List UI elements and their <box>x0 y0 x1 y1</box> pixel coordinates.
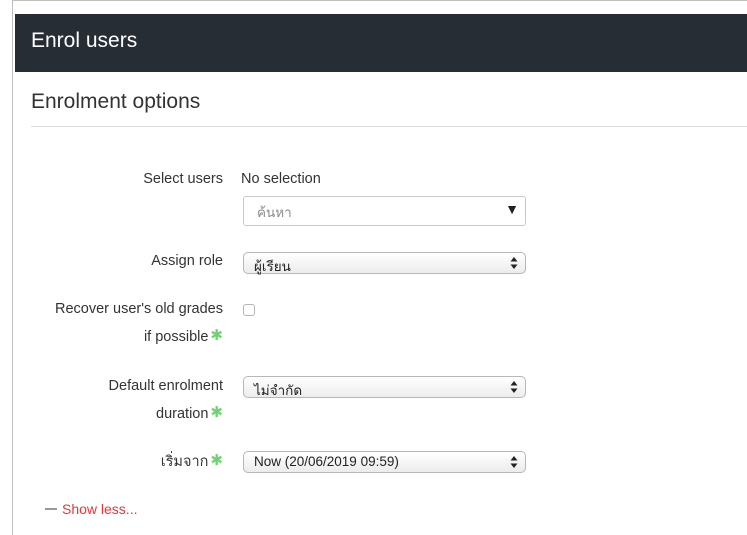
recover-grades-label-2: if possible ✱ <box>144 323 223 350</box>
dialog-header: Enrol users <box>15 14 747 72</box>
default-duration-label-line1: Default enrolment <box>108 378 223 394</box>
default-duration-label-2: duration ✱ <box>156 400 223 427</box>
recover-grades-checkbox[interactable] <box>243 304 255 316</box>
start-from-label-text: เริ่มจาก <box>160 454 209 470</box>
show-less-label: Show less... <box>62 501 138 517</box>
user-search-field[interactable]: ▼ <box>243 196 526 226</box>
select-users-label: Select users <box>143 167 223 192</box>
select-arrows-icon <box>510 456 518 468</box>
user-search-input[interactable] <box>257 202 487 222</box>
default-duration-label: Default enrolment <box>109 374 223 399</box>
start-from-select[interactable]: Now (20/06/2019 09:59) <box>243 451 526 473</box>
select-arrows-icon <box>510 381 518 393</box>
default-duration-select[interactable]: ไม่จำกัด <box>243 376 526 398</box>
help-icon[interactable]: ✱ <box>210 452 223 469</box>
help-icon[interactable]: ✱ <box>210 404 223 421</box>
assign-role-select[interactable]: ผู้เรียน <box>243 252 526 274</box>
minus-icon <box>45 508 57 510</box>
selected-users-status: No selection <box>241 171 321 187</box>
recover-grades-label: Recover user's old grades <box>55 297 223 322</box>
start-from-label: เริ่มจาก ✱ <box>161 448 223 475</box>
help-icon[interactable]: ✱ <box>210 327 223 344</box>
section-title: Enrolment options <box>31 90 201 113</box>
assign-role-label-text: Assign role <box>151 253 223 269</box>
assign-role-label: Assign role <box>151 249 223 274</box>
recover-grades-label-line2: if possible <box>143 329 209 345</box>
assign-role-value: ผู้เรียน <box>254 259 291 274</box>
recover-grades-label-line1: Recover user's old grades <box>55 301 223 317</box>
select-users-label-text: Select users <box>143 171 223 187</box>
dialog-title: Enrol users <box>31 29 138 52</box>
section-divider <box>31 126 747 127</box>
enrol-users-dialog: Enrol users Enrolment options Select use… <box>12 0 747 535</box>
default-duration-value: ไม่จำกัด <box>254 383 303 398</box>
triangle-down-icon[interactable]: ▼ <box>505 201 519 217</box>
show-less-link[interactable]: Show less... <box>45 501 137 517</box>
start-from-value: Now (20/06/2019 09:59) <box>254 454 399 469</box>
default-duration-label-line2: duration <box>156 406 209 422</box>
select-arrows-icon <box>510 257 518 269</box>
